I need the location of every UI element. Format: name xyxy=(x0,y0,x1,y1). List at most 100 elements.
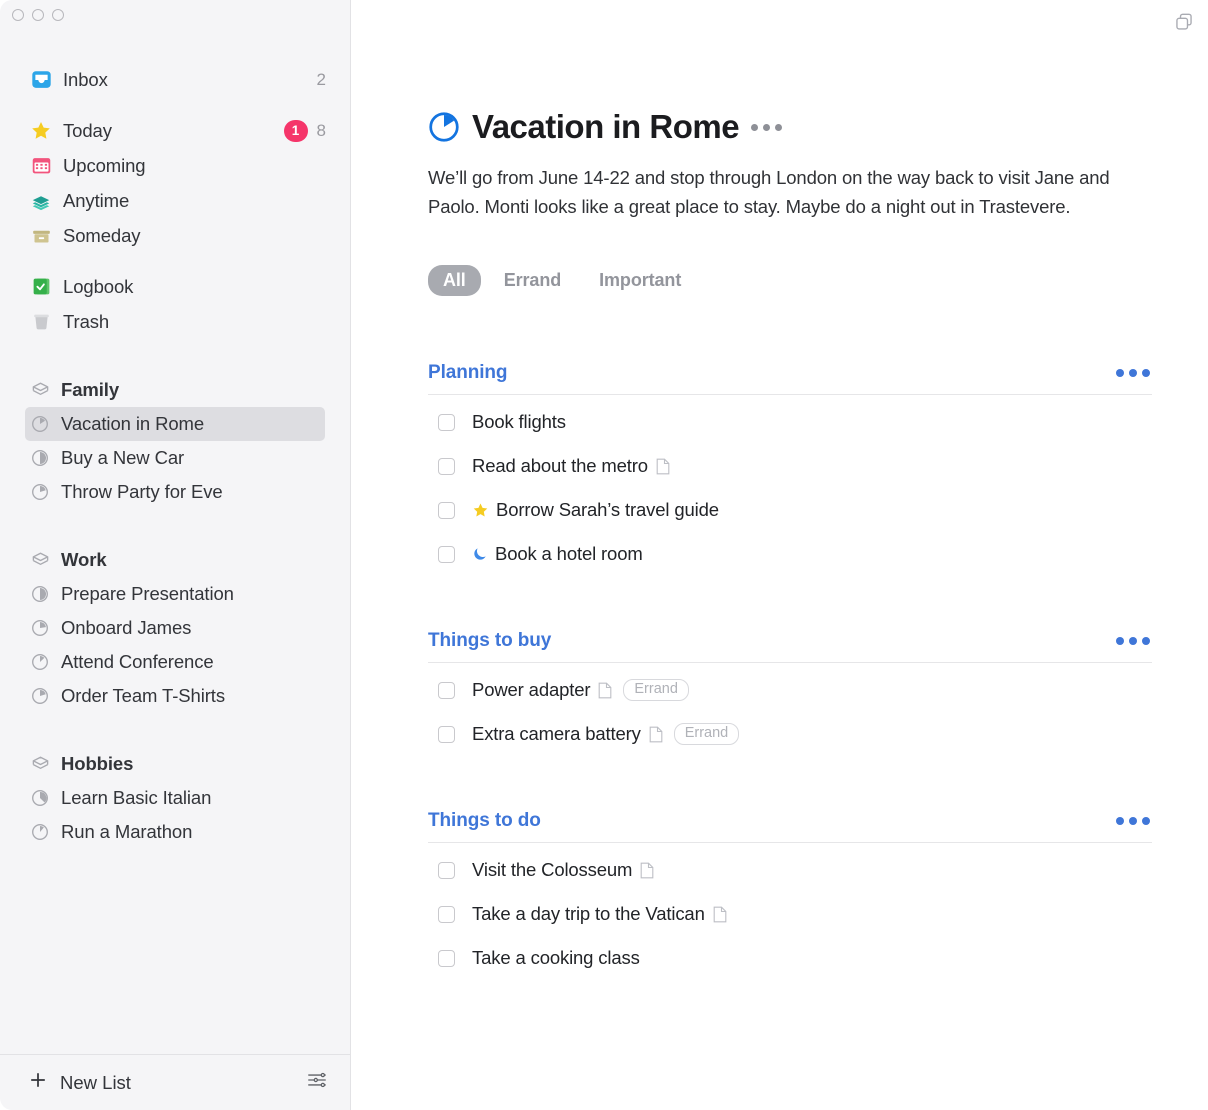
section-header: Planning xyxy=(428,362,1152,395)
task-checkbox[interactable] xyxy=(438,457,455,475)
section-title: Planning xyxy=(428,362,508,383)
task-row[interactable]: Book a hotel room xyxy=(428,532,1152,576)
section-things-to-do: Things to do Visit the Colosseum Take a … xyxy=(428,810,1152,980)
task-checkbox[interactable] xyxy=(438,545,455,563)
sidebar-item-logbook[interactable]: Logbook xyxy=(0,269,350,304)
sidebar-item-label: Inbox xyxy=(63,68,108,90)
sidebar-area-work[interactable]: Work xyxy=(25,543,325,577)
nav-gap xyxy=(0,97,350,113)
sidebar-project-order-team-t-shirts[interactable]: Order Team T-Shirts xyxy=(25,679,325,713)
task-title: Borrow Sarah’s travel guide xyxy=(496,499,719,520)
sidebar-area-label: Family xyxy=(61,379,120,400)
calendar-icon xyxy=(30,155,52,177)
task-row[interactable]: Visit the Colosseum xyxy=(428,848,1152,892)
nav-gap xyxy=(0,253,350,269)
sidebar-item-someday[interactable]: Someday xyxy=(0,218,350,253)
tab-important[interactable]: Important xyxy=(584,265,696,296)
task-checkbox[interactable] xyxy=(438,501,455,519)
more-options-icon[interactable] xyxy=(1116,369,1150,377)
sidebar-project-label: Prepare Presentation xyxy=(61,583,234,604)
task-list: Book flights Read about the metro Borrow… xyxy=(428,400,1152,576)
more-options-icon[interactable] xyxy=(751,123,783,131)
sidebar-project-buy-a-new-car[interactable]: Buy a New Car xyxy=(25,441,325,475)
duplicate-window-icon[interactable] xyxy=(1171,9,1197,35)
task-checkbox[interactable] xyxy=(438,725,455,743)
sidebar-project-label: Run a Marathon xyxy=(61,821,193,842)
sidebar-project-label: Buy a New Car xyxy=(61,447,185,468)
close-button[interactable] xyxy=(12,9,24,21)
star-icon xyxy=(472,502,489,519)
area-icon xyxy=(30,550,50,570)
sidebar-project-label: Attend Conference xyxy=(61,651,214,672)
window-controls xyxy=(12,9,64,21)
sidebar-project-learn-basic-italian[interactable]: Learn Basic Italian xyxy=(25,781,325,815)
project-progress-icon xyxy=(30,482,50,502)
sidebar-project-label: Vacation in Rome xyxy=(61,413,205,434)
task-row[interactable]: Borrow Sarah’s travel guide xyxy=(428,488,1152,532)
project-progress-icon xyxy=(30,618,50,638)
status-badge: Errand xyxy=(673,723,740,745)
sidebar-nav: Inbox 2 Today 1 8 Upcoming Anytime Somed… xyxy=(0,0,350,849)
task-row[interactable]: Take a day trip to the Vatican xyxy=(428,892,1152,936)
task-row[interactable]: Take a cooking class xyxy=(428,936,1152,980)
sidebar-area-label: Hobbies xyxy=(61,753,134,774)
sidebar-item-label: Someday xyxy=(63,224,141,246)
task-checkbox[interactable] xyxy=(438,905,455,923)
sidebar-area-hobbies[interactable]: Hobbies xyxy=(25,747,325,781)
sidebar-item-inbox[interactable]: Inbox 2 xyxy=(0,62,350,97)
sidebar-project-prepare-presentation[interactable]: Prepare Presentation xyxy=(25,577,325,611)
sidebar-project-attend-conference[interactable]: Attend Conference xyxy=(25,645,325,679)
page-title: Vacation in Rome xyxy=(472,108,740,145)
new-list-button[interactable]: New List xyxy=(28,1070,131,1095)
sidebar-item-trash[interactable]: Trash xyxy=(0,304,350,339)
sidebar-item-label: Upcoming xyxy=(63,154,146,176)
task-checkbox[interactable] xyxy=(438,413,455,431)
moon-icon xyxy=(472,546,488,562)
task-row[interactable]: Extra camera battery Errand xyxy=(428,712,1152,756)
sidebar-project-run-a-marathon[interactable]: Run a Marathon xyxy=(25,815,325,849)
sidebar-project-label: Throw Party for Eve xyxy=(61,481,223,502)
sidebar-area-family[interactable]: Family xyxy=(25,373,325,407)
project-progress-icon xyxy=(428,111,460,143)
sidebar-item-today[interactable]: Today 1 8 xyxy=(0,113,350,148)
task-title: Extra camera battery xyxy=(472,723,641,744)
sidebar-area-label: Work xyxy=(61,549,107,570)
project-progress-icon xyxy=(30,686,50,706)
note-icon xyxy=(656,458,670,475)
task-checkbox[interactable] xyxy=(438,861,455,879)
task-title: Book flights xyxy=(472,411,566,432)
task-checkbox[interactable] xyxy=(438,949,455,967)
task-row[interactable]: Book flights xyxy=(428,400,1152,444)
project-header: Vacation in Rome xyxy=(428,108,1208,146)
status-badge: Errand xyxy=(623,679,689,701)
tag-filter-bar: All Errand Important xyxy=(428,265,1208,296)
note-icon xyxy=(649,726,663,743)
zoom-button[interactable] xyxy=(52,9,64,21)
logbook-icon xyxy=(30,276,52,298)
task-row[interactable]: Read about the metro xyxy=(428,444,1152,488)
project-notes[interactable]: We’ll go from June 14-22 and stop throug… xyxy=(428,164,1128,221)
sidebar-settings-button[interactable] xyxy=(306,1069,328,1096)
sidebar-item-anytime[interactable]: Anytime xyxy=(0,183,350,218)
sidebar-item-label: Today xyxy=(63,119,112,141)
task-row[interactable]: Power adapter Errand xyxy=(428,668,1152,712)
section-planning: Planning Book flights Read about the met… xyxy=(428,362,1152,576)
tab-all[interactable]: All xyxy=(428,265,481,296)
task-title: Book a hotel room xyxy=(495,543,643,564)
more-options-icon[interactable] xyxy=(1116,637,1150,645)
sidebar-item-upcoming[interactable]: Upcoming xyxy=(0,148,350,183)
nav-gap xyxy=(0,713,350,747)
app-window: Inbox 2 Today 1 8 Upcoming Anytime Somed… xyxy=(0,0,1208,1110)
area-icon xyxy=(30,754,50,774)
tab-errand[interactable]: Errand xyxy=(489,265,576,296)
section-header: Things to buy xyxy=(428,630,1152,663)
sidebar-project-throw-party-for-eve[interactable]: Throw Party for Eve xyxy=(25,475,325,509)
more-options-icon[interactable] xyxy=(1116,817,1150,825)
sidebar-project-vacation-in-rome[interactable]: Vacation in Rome xyxy=(25,407,325,441)
minimize-button[interactable] xyxy=(32,9,44,21)
area-icon xyxy=(30,380,50,400)
layers-icon xyxy=(30,190,52,212)
task-checkbox[interactable] xyxy=(438,681,455,699)
today-badges: 1 8 xyxy=(283,119,326,142)
sidebar-project-onboard-james[interactable]: Onboard James xyxy=(25,611,325,645)
